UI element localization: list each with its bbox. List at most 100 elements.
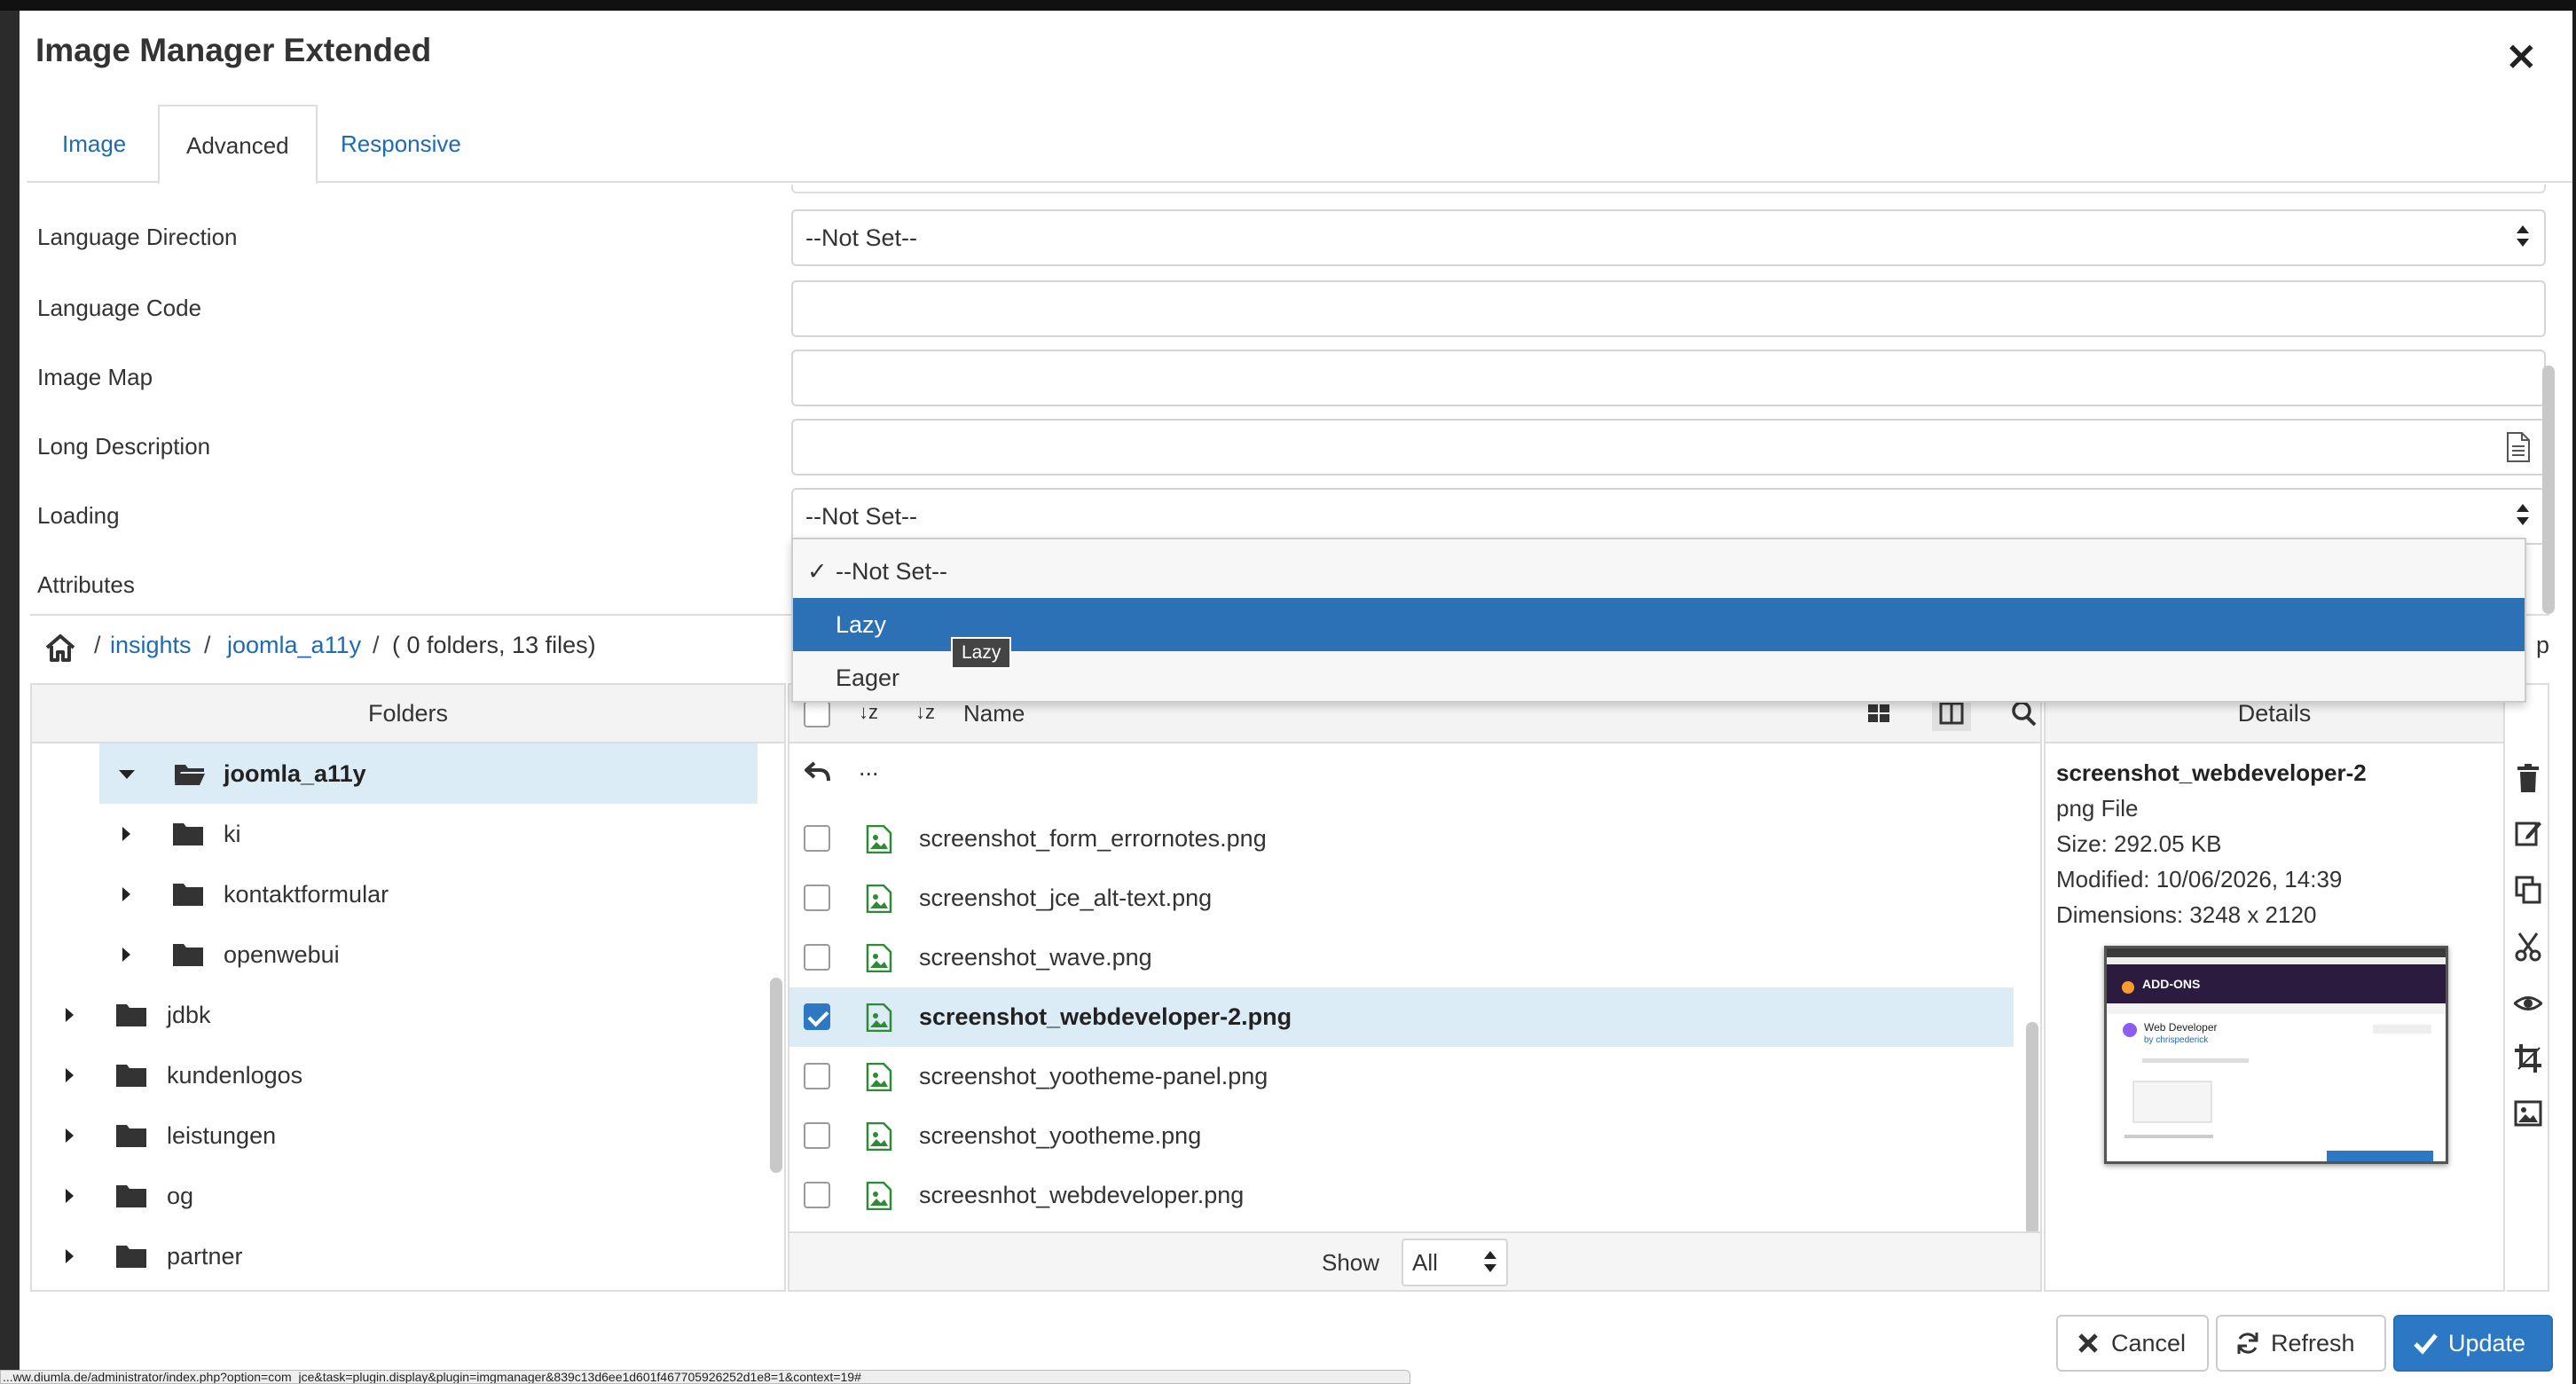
folder-up-icon[interactable] [804, 759, 832, 784]
long-description-input[interactable] [791, 419, 2546, 476]
file-row[interactable]: screenshot_yootheme-panel.png [789, 1047, 2014, 1106]
file-name: screenshot_jce_alt-text.png [919, 885, 1213, 911]
show-value: All [1412, 1249, 1438, 1276]
close-icon[interactable]: ✕ [2506, 39, 2537, 76]
home-icon[interactable] [44, 633, 76, 662]
caret-right-icon[interactable] [122, 827, 130, 841]
language-code-input[interactable] [791, 280, 2546, 337]
folder-item-og[interactable]: og [32, 1166, 742, 1226]
cut-icon[interactable] [2514, 932, 2542, 962]
loading-option-lazy[interactable]: Lazy [793, 598, 2525, 651]
file-checkbox[interactable] [804, 1182, 830, 1208]
tab-responsive[interactable]: Responsive [314, 105, 488, 185]
breadcrumb-separator: / [94, 632, 101, 658]
image-map-input[interactable] [791, 350, 2546, 406]
refresh-icon [2237, 1333, 2258, 1354]
folder-icon [116, 1065, 146, 1087]
folder-item-kundenlogos[interactable]: kundenlogos [32, 1045, 742, 1105]
loading-option-eager[interactable]: Eager [793, 651, 2525, 704]
files-scrollbar[interactable] [2026, 1022, 2038, 1235]
image-file-icon [866, 825, 892, 853]
file-row[interactable]: screenshot_wave.png [789, 928, 2014, 987]
folder-item-kontaktformular[interactable]: kontaktformular [32, 864, 742, 924]
edit-icon[interactable] [2514, 818, 2542, 848]
long-description-label: Long Description [37, 433, 211, 460]
caret-right-icon[interactable] [66, 1189, 74, 1203]
caret-right-icon[interactable] [122, 948, 130, 962]
backdrop-top [0, 0, 2576, 11]
folder-up-row[interactable]: ... [789, 743, 2014, 803]
file-checkbox[interactable] [804, 825, 830, 852]
breadcrumb-insights[interactable]: insights [110, 616, 192, 674]
tab-advanced[interactable]: Advanced [158, 105, 318, 185]
file-checkbox[interactable] [804, 1003, 830, 1030]
dialog-scrollbar-thumb[interactable] [2542, 366, 2555, 614]
loading-select[interactable]: --Not Set-- [791, 488, 2546, 545]
details-dimensions: Dimensions: 3248 x 2120 [2056, 901, 2317, 928]
update-label: Update [2448, 1330, 2526, 1356]
trash-icon[interactable] [2514, 763, 2542, 793]
folder-icon [173, 884, 203, 906]
folder-item-leistungen[interactable]: leistungen [32, 1105, 742, 1166]
loading-dropdown-list: ✓ --Not Set-- Lazy Eager [791, 538, 2526, 703]
breadcrumb-separator: / [373, 632, 380, 658]
file-browser: / insights / joomla_a11y / ( 0 folders, … [30, 614, 2549, 1292]
file-checkbox[interactable] [804, 885, 830, 911]
folder-item-partner[interactable]: partner [32, 1226, 742, 1286]
option-label: Lazy [836, 611, 887, 638]
image-file-icon [866, 944, 892, 972]
file-row[interactable]: screenshot_jce_alt-text.png [789, 869, 2014, 928]
caret-down-icon[interactable] [119, 770, 135, 779]
crop-icon[interactable] [2514, 1043, 2542, 1073]
caret-right-icon[interactable] [66, 1068, 74, 1082]
folder-icon [116, 1125, 146, 1147]
select-all-checkbox[interactable] [804, 701, 830, 727]
loading-option-not-set[interactable]: ✓ --Not Set-- [793, 545, 2525, 598]
breadcrumb-right-fragment: p [2535, 632, 2549, 658]
image-file-icon [866, 1182, 892, 1210]
update-button[interactable]: Update [2393, 1315, 2553, 1372]
file-row[interactable]: screenshot_yootheme.png [789, 1106, 2014, 1166]
file-row[interactable]: screesnhot_webdeveloper.png [789, 1166, 2014, 1225]
document-icon[interactable] [2505, 431, 2532, 463]
refresh-button[interactable]: Refresh [2216, 1315, 2386, 1372]
close-icon [2078, 1333, 2098, 1353]
file-row-selected[interactable]: screenshot_webdeveloper-2.png [789, 987, 2014, 1047]
language-direction-label: Language Direction [37, 224, 238, 250]
details-pane: Details screenshot_webdeveloper-2 png Fi… [2044, 683, 2505, 1292]
details-type: png File [2056, 795, 2139, 822]
caret-right-icon[interactable] [122, 887, 130, 901]
folders-scrollbar[interactable] [770, 978, 782, 1173]
details-size: Size: 292.05 KB [2056, 830, 2222, 857]
language-direction-select[interactable]: --Not Set-- [791, 209, 2546, 266]
caret-right-icon[interactable] [66, 1128, 74, 1143]
folder-item-joomla-a11y[interactable]: joomla_a11y [99, 743, 758, 804]
caret-right-icon[interactable] [66, 1008, 74, 1022]
caret-right-icon[interactable] [66, 1249, 74, 1263]
file-row[interactable]: screenshot_form_errornotes.png [789, 809, 2014, 869]
file-checkbox[interactable] [804, 1122, 830, 1149]
tab-image[interactable]: Image [35, 105, 153, 185]
file-name: screenshot_webdeveloper-2.png [919, 1003, 1292, 1030]
attributes-label: Attributes [37, 571, 135, 598]
copy-icon[interactable] [2514, 875, 2542, 905]
image-icon[interactable] [2514, 1098, 2542, 1128]
file-checkbox[interactable] [804, 1063, 830, 1089]
folder-open-icon [175, 765, 205, 785]
select-arrows-icon [2516, 224, 2530, 250]
folder-label: ki [224, 821, 241, 847]
show-select[interactable]: All [1402, 1239, 1508, 1286]
thumbnail-brand: ADD-ONS [2142, 977, 2201, 991]
folder-item-openwebui[interactable]: openwebui [32, 924, 742, 985]
folder-label: openwebui [224, 941, 340, 968]
file-checkbox[interactable] [804, 944, 830, 971]
option-label: --Not Set-- [836, 558, 948, 585]
image-preview-thumbnail[interactable]: ADD-ONS Web Developer by chrispederick [2104, 946, 2448, 1164]
folder-label: leistungen [167, 1122, 277, 1149]
folder-item-ki[interactable]: ki [32, 804, 742, 864]
breadcrumb-joomla-a11y[interactable]: joomla_a11y [227, 616, 361, 674]
view-icon[interactable] [2514, 988, 2542, 1018]
cancel-button[interactable]: Cancel [2056, 1315, 2209, 1372]
folder-item-jdbk[interactable]: jdbk [32, 985, 742, 1045]
folder-icon [173, 944, 203, 966]
